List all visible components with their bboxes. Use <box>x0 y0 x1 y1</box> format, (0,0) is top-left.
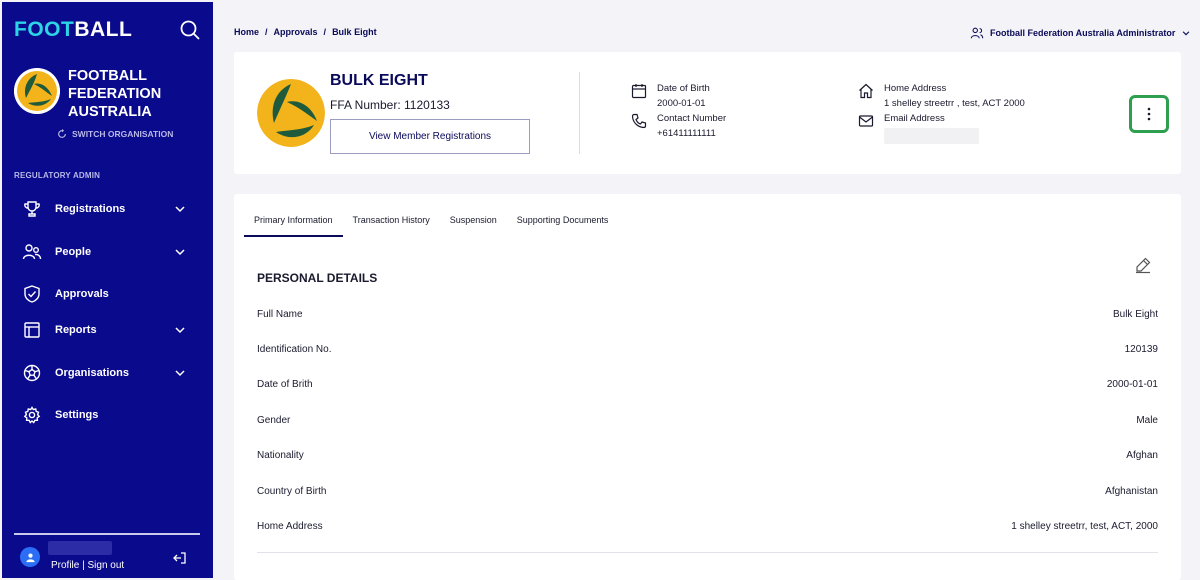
member-name: BULK EIGHT <box>330 72 428 89</box>
home-address-value: 1 shelley streetrr , test, ACT 2000 <box>884 98 1025 109</box>
detail-value: Afghan <box>1126 450 1158 461</box>
gear-icon <box>22 405 42 425</box>
breadcrumb: Home / Approvals / Bulk Eight <box>234 27 377 37</box>
detail-value: Male <box>1136 415 1158 426</box>
brand-suffix: BALL <box>74 18 133 41</box>
trophy-icon <box>22 199 42 219</box>
table-row: Home Address 1 shelley streetrr, test, A… <box>257 521 1158 532</box>
detail-value: Bulk Eight <box>1112 309 1158 320</box>
detail-value: 2000-01-01 <box>1106 379 1158 390</box>
search-icon[interactable] <box>178 18 202 42</box>
sidebar-item-people[interactable]: People <box>2 237 213 267</box>
shield-check-icon <box>22 284 42 304</box>
tab-primary-information[interactable]: Primary Information <box>244 212 343 237</box>
breadcrumb-approvals[interactable]: Approvals <box>274 27 318 37</box>
member-logo <box>257 79 325 147</box>
phone-icon <box>631 113 647 129</box>
calendar-icon <box>631 83 647 99</box>
detail-label: Identification No. <box>257 344 332 355</box>
contact-value: +61411111111 <box>657 128 716 139</box>
email-label: Email Address <box>884 113 945 124</box>
sidebar-item-settings[interactable]: Settings <box>2 400 213 430</box>
brand-logo[interactable]: FOOTBALL <box>14 18 132 42</box>
more-options-button[interactable] <box>1129 95 1169 133</box>
section-title: PERSONAL DETAILS <box>257 271 378 285</box>
org-logo <box>14 68 60 114</box>
football-icon <box>22 363 42 383</box>
switch-organisation-link[interactable]: SWITCH ORGANISATION <box>57 129 173 139</box>
table-row: Identification No. 120139 <box>257 344 1158 355</box>
more-vertical-icon <box>1147 107 1151 121</box>
breadcrumb-current: Bulk Eight <box>332 27 377 37</box>
detail-label: Nationality <box>257 450 304 461</box>
profile-signout-link[interactable]: Profile | Sign out <box>51 560 124 571</box>
sidebar-item-label: People <box>55 246 92 258</box>
user-menu[interactable]: Football Federation Australia Administra… <box>970 26 1191 40</box>
detail-value: Afghanistan <box>1105 486 1158 497</box>
chevron-down-icon <box>173 366 187 380</box>
mail-icon <box>858 113 874 129</box>
table-row: Nationality Afghan <box>257 450 1158 461</box>
member-summary-card: BULK EIGHT FFA Number: 1120133 View Memb… <box>234 52 1181 174</box>
user-menu-label: Football Federation Australia Administra… <box>990 28 1176 38</box>
email-value-redacted <box>884 128 979 144</box>
dob-label: Date of Birth <box>657 83 710 94</box>
breadcrumb-home[interactable]: Home <box>234 27 259 37</box>
sidebar-divider <box>14 533 200 535</box>
detail-value: 1 shelley streetrr, test, ACT, 2000 <box>1011 521 1158 532</box>
details-divider <box>257 552 1158 553</box>
chevron-down-icon <box>173 245 187 259</box>
tab-bar: Primary Information Transaction History … <box>244 212 618 238</box>
view-member-registrations-button[interactable]: View Member Registrations <box>330 119 530 154</box>
user-name-redacted <box>48 541 112 555</box>
sidebar-item-label: Registrations <box>55 203 126 215</box>
avatar[interactable] <box>20 547 40 567</box>
sidebar-item-registrations[interactable]: Registrations <box>2 194 213 224</box>
detail-label: Full Name <box>257 309 303 320</box>
ffa-number: FFA Number: 1120133 <box>330 98 450 112</box>
user-group-icon <box>970 27 984 39</box>
chevron-down-icon <box>173 202 187 216</box>
tab-suspension[interactable]: Suspension <box>440 212 507 237</box>
contact-label: Contact Number <box>657 113 727 124</box>
refresh-icon <box>58 129 66 138</box>
table-row: Country of Birth Afghanistan <box>257 486 1158 497</box>
sidebar-item-label: Approvals <box>55 288 109 300</box>
sidebar: FOOTBALL FOOTBALL FEDERATION AUSTRALIA S… <box>2 2 213 578</box>
sidebar-item-label: Settings <box>55 409 99 421</box>
table-row: Full Name Bulk Eight <box>257 309 1158 320</box>
detail-label: Date of Brith <box>257 379 313 390</box>
table-row: Date of Brith 2000-01-01 <box>257 379 1158 390</box>
logout-icon[interactable] <box>172 550 188 566</box>
home-icon <box>858 83 874 99</box>
breadcrumb-separator: / <box>323 27 327 37</box>
card-divider <box>579 72 580 154</box>
detail-label: Country of Birth <box>257 486 327 497</box>
brand-prefix: FOOT <box>14 18 75 41</box>
sidebar-item-label: Reports <box>55 324 97 336</box>
tab-supporting-documents[interactable]: Supporting Documents <box>507 212 619 237</box>
detail-value: 120139 <box>1124 344 1158 355</box>
dob-value: 2000-01-01 <box>657 98 706 109</box>
sidebar-item-reports[interactable]: Reports <box>2 315 213 345</box>
edit-icon[interactable] <box>1134 256 1152 274</box>
sidebar-item-label: Organisations <box>55 367 129 379</box>
tab-transaction-history[interactable]: Transaction History <box>343 212 440 237</box>
switch-organisation-label: SWITCH ORGANISATION <box>72 129 174 139</box>
chevron-down-icon <box>173 323 187 337</box>
detail-label: Home Address <box>257 521 323 532</box>
sidebar-item-approvals[interactable]: Approvals <box>2 279 213 309</box>
detail-label: Gender <box>257 415 291 426</box>
details-panel: Primary Information Transaction History … <box>234 194 1181 580</box>
people-icon <box>22 242 42 262</box>
report-icon <box>22 320 42 340</box>
sidebar-item-organisations[interactable]: Organisations <box>2 358 213 388</box>
chevron-down-icon <box>1183 31 1190 36</box>
user-icon <box>25 553 35 562</box>
section-label: REGULATORY ADMIN <box>14 171 101 180</box>
table-row: Gender Male <box>257 415 1158 426</box>
home-address-label: Home Address <box>884 83 947 94</box>
breadcrumb-separator: / <box>265 27 268 37</box>
org-name: FOOTBALL FEDERATION AUSTRALIA <box>68 68 162 120</box>
